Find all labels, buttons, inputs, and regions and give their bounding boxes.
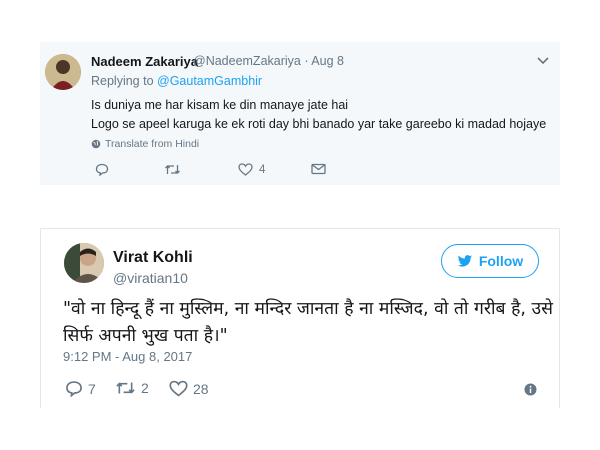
follow-label: Follow bbox=[478, 253, 524, 269]
retweet-count: 2 bbox=[141, 380, 149, 396]
like-count: 28 bbox=[193, 380, 209, 397]
message-icon bbox=[311, 163, 326, 175]
replying-prefix: Replying to bbox=[91, 74, 158, 88]
retweet-button[interactable]: 2 bbox=[115, 380, 149, 396]
replying-to: Replying to @GautamGambhir bbox=[91, 74, 262, 88]
tweet-virat: Virat Kohli @viratian10 Follow "वो ना हि… bbox=[40, 228, 560, 408]
follow-button[interactable]: Follow bbox=[441, 244, 539, 278]
like-button[interactable]: 28 bbox=[169, 380, 209, 397]
tweet-actions: 7 2 28 bbox=[41, 380, 559, 400]
author-name[interactable]: Virat Kohli bbox=[113, 249, 193, 267]
mention-link[interactable]: @GautamGambhir bbox=[157, 74, 262, 88]
reply-button[interactable]: 7 bbox=[65, 380, 96, 397]
retweet-button[interactable] bbox=[164, 163, 187, 176]
author-name[interactable]: Nadeem Zakariya bbox=[91, 54, 198, 69]
retweet-icon bbox=[164, 163, 181, 176]
avatar-nadeem[interactable] bbox=[45, 54, 81, 90]
retweet-icon bbox=[115, 380, 136, 396]
chevron-down-icon[interactable] bbox=[536, 54, 550, 66]
tweet-text-line-1: Is duniya me har kisam ke din manaye jat… bbox=[91, 98, 349, 112]
like-icon bbox=[238, 163, 253, 176]
translate-link[interactable]: Translate from Hindi bbox=[91, 138, 199, 150]
translate-label: Translate from Hindi bbox=[105, 138, 200, 150]
reply-icon bbox=[65, 380, 83, 397]
tweet-actions: 4 bbox=[40, 163, 560, 181]
reply-icon bbox=[95, 163, 109, 176]
info-icon[interactable] bbox=[524, 383, 537, 396]
twitter-bird-icon bbox=[457, 254, 473, 268]
message-button[interactable] bbox=[311, 163, 326, 175]
like-count: 4 bbox=[259, 163, 266, 176]
tweet-nadeem: Nadeem Zakariya @NadeemZakariya · Aug 8 … bbox=[40, 42, 560, 185]
tweet-timestamp[interactable]: 9:12 PM - Aug 8, 2017 bbox=[63, 349, 192, 364]
avatar-virat[interactable] bbox=[64, 243, 104, 283]
author-handle-date[interactable]: @NadeemZakariya · Aug 8 bbox=[193, 54, 344, 68]
like-icon bbox=[169, 380, 188, 397]
tweet-text-line-2: Logo se apeel karuga ke ek roti day bhi … bbox=[91, 117, 547, 131]
globe-icon bbox=[91, 139, 101, 149]
reply-count: 7 bbox=[88, 380, 96, 397]
tweet-text: "वो ना हिन्दू हैं ना मुस्लिम, ना मन्दिर … bbox=[63, 299, 553, 346]
author-handle[interactable]: @viratian10 bbox=[113, 270, 188, 286]
like-button[interactable]: 4 bbox=[238, 163, 265, 176]
reply-button[interactable] bbox=[95, 163, 115, 176]
